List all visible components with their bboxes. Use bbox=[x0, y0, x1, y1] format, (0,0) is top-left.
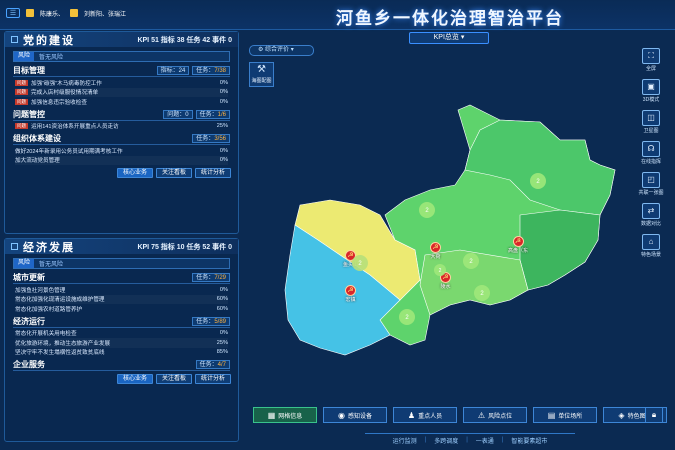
tool-label: 在线指挥 bbox=[640, 159, 661, 165]
cluster-marker[interactable]: 2 bbox=[352, 255, 368, 271]
footer-nav: 运行监测 | 多跨调度 | 一表通 | 智能要素超市 bbox=[365, 433, 575, 446]
cluster-marker[interactable]: 2 bbox=[419, 202, 435, 218]
data-compare-tool[interactable]: ⇄ 数据对比 bbox=[636, 203, 666, 229]
tool-label: 数据对比 bbox=[640, 221, 661, 227]
button-label: 感知设备 bbox=[347, 413, 372, 420]
venues-button[interactable]: ▤ 单位场所 bbox=[533, 407, 597, 423]
cluster-marker[interactable]: 2 bbox=[463, 253, 479, 269]
bottom-layer-bar: ▦ 网格信息 ◉ 感知设备 ♟ 重点人员 ⚠ 风险点位 ▤ 单位场所 ◈ 特色图层 bbox=[253, 407, 667, 423]
fullscreen-icon: ⛶ bbox=[642, 48, 660, 64]
building-icon: ▤ bbox=[547, 410, 556, 420]
feature-scene-tool[interactable]: ⌂ 特色场景 bbox=[636, 234, 666, 260]
footer-link-table[interactable]: 一表通 bbox=[476, 436, 494, 445]
button-label: 风险点位 bbox=[488, 413, 513, 420]
sensor-devices-button[interactable]: ◉ 感知设备 bbox=[323, 407, 387, 423]
fullscreen-tool[interactable]: ⛶ 全屏 bbox=[636, 48, 666, 74]
button-label: 网格信息 bbox=[278, 413, 303, 420]
swap-icon: ⇄ bbox=[642, 203, 660, 219]
svg-text:2: 2 bbox=[439, 268, 442, 274]
warning-icon: ⚠ bbox=[477, 410, 486, 420]
tool-label: 卫星图 bbox=[643, 128, 659, 134]
headset-icon: ☊ bbox=[642, 141, 660, 157]
tool-label: 特色场景 bbox=[640, 252, 661, 258]
button-label: 重点人员 bbox=[418, 413, 443, 420]
key-persons-button[interactable]: ♟ 重点人员 bbox=[393, 407, 457, 423]
online-command-tool[interactable]: ☊ 在线指挥 bbox=[636, 141, 666, 167]
footer-link-dispatch[interactable]: 多跨调度 bbox=[434, 436, 458, 445]
footer-link-monitoring[interactable]: 运行监测 bbox=[393, 436, 417, 445]
cluster-marker[interactable]: 2 bbox=[530, 173, 546, 189]
camera-icon: ◉ bbox=[338, 410, 345, 420]
tool-label: 共联一张图 bbox=[638, 190, 664, 196]
footer-link-market[interactable]: 智能要素超市 bbox=[511, 436, 547, 445]
tool-label: 3D模式 bbox=[642, 97, 660, 103]
right-toolbar: ⛶ 全屏 ▣ 3D模式 ◫ 卫星图 ☊ 在线指挥 ◰ 共联一张图 ⇄ 数据对比 ⌂ 特色场景 bbox=[636, 48, 666, 265]
button-label: 单位场所 bbox=[558, 413, 583, 420]
lock-icon[interactable]: 🔒︎ bbox=[645, 407, 663, 423]
cluster-marker[interactable]: 2 bbox=[434, 264, 446, 276]
map-cluster-layer: 2 2 2 2 2 2 2 bbox=[352, 173, 546, 325]
window-icon: ◰ bbox=[642, 172, 660, 188]
home-icon: ⌂ bbox=[642, 234, 660, 250]
map-icon: ◫ bbox=[642, 110, 660, 126]
tool-label: 全屏 bbox=[645, 66, 656, 72]
cube-icon: ▣ bbox=[642, 79, 660, 95]
grid-info-button[interactable]: ▦ 网格信息 bbox=[253, 407, 317, 423]
grid-icon: ▦ bbox=[267, 410, 276, 420]
linked-map-tool[interactable]: ◰ 共联一张图 bbox=[636, 172, 666, 198]
layers-icon: ◈ bbox=[618, 410, 625, 420]
person-icon: ♟ bbox=[407, 410, 416, 420]
3d-mode-tool[interactable]: ▣ 3D模式 bbox=[636, 79, 666, 105]
cluster-marker[interactable]: 2 bbox=[399, 309, 415, 325]
risk-points-button[interactable]: ⚠ 风险点位 bbox=[463, 407, 527, 423]
satellite-tool[interactable]: ◫ 卫星图 bbox=[636, 110, 666, 136]
cluster-marker[interactable]: 2 bbox=[474, 285, 490, 301]
